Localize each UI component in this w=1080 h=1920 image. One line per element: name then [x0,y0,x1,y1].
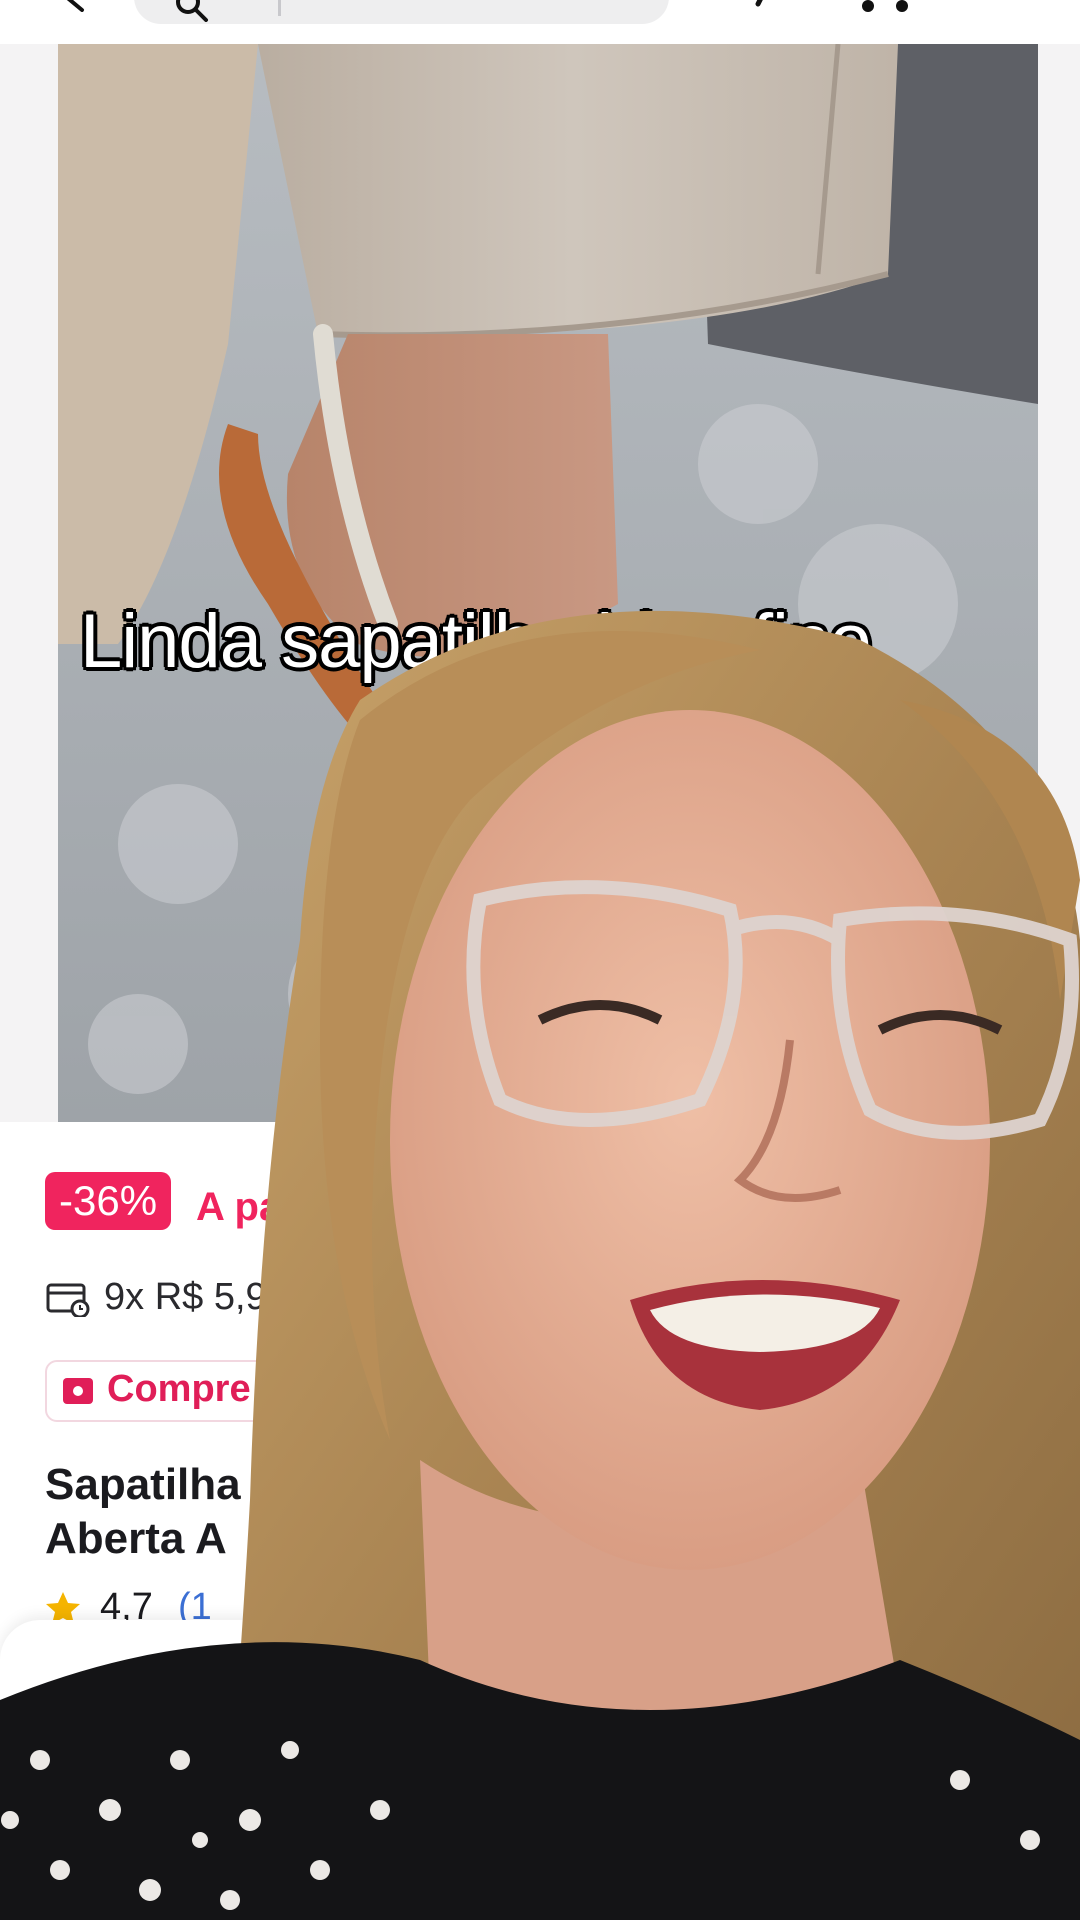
search-icon [176,0,208,22]
top-bar [0,0,1080,44]
search-caret [278,0,281,16]
share-icon[interactable] [720,0,780,18]
back-arrow-icon[interactable] [62,0,88,12]
cart-icon[interactable] [858,0,914,16]
search-input[interactable] [134,0,669,24]
creator-webcam-overlay [0,610,1080,1920]
